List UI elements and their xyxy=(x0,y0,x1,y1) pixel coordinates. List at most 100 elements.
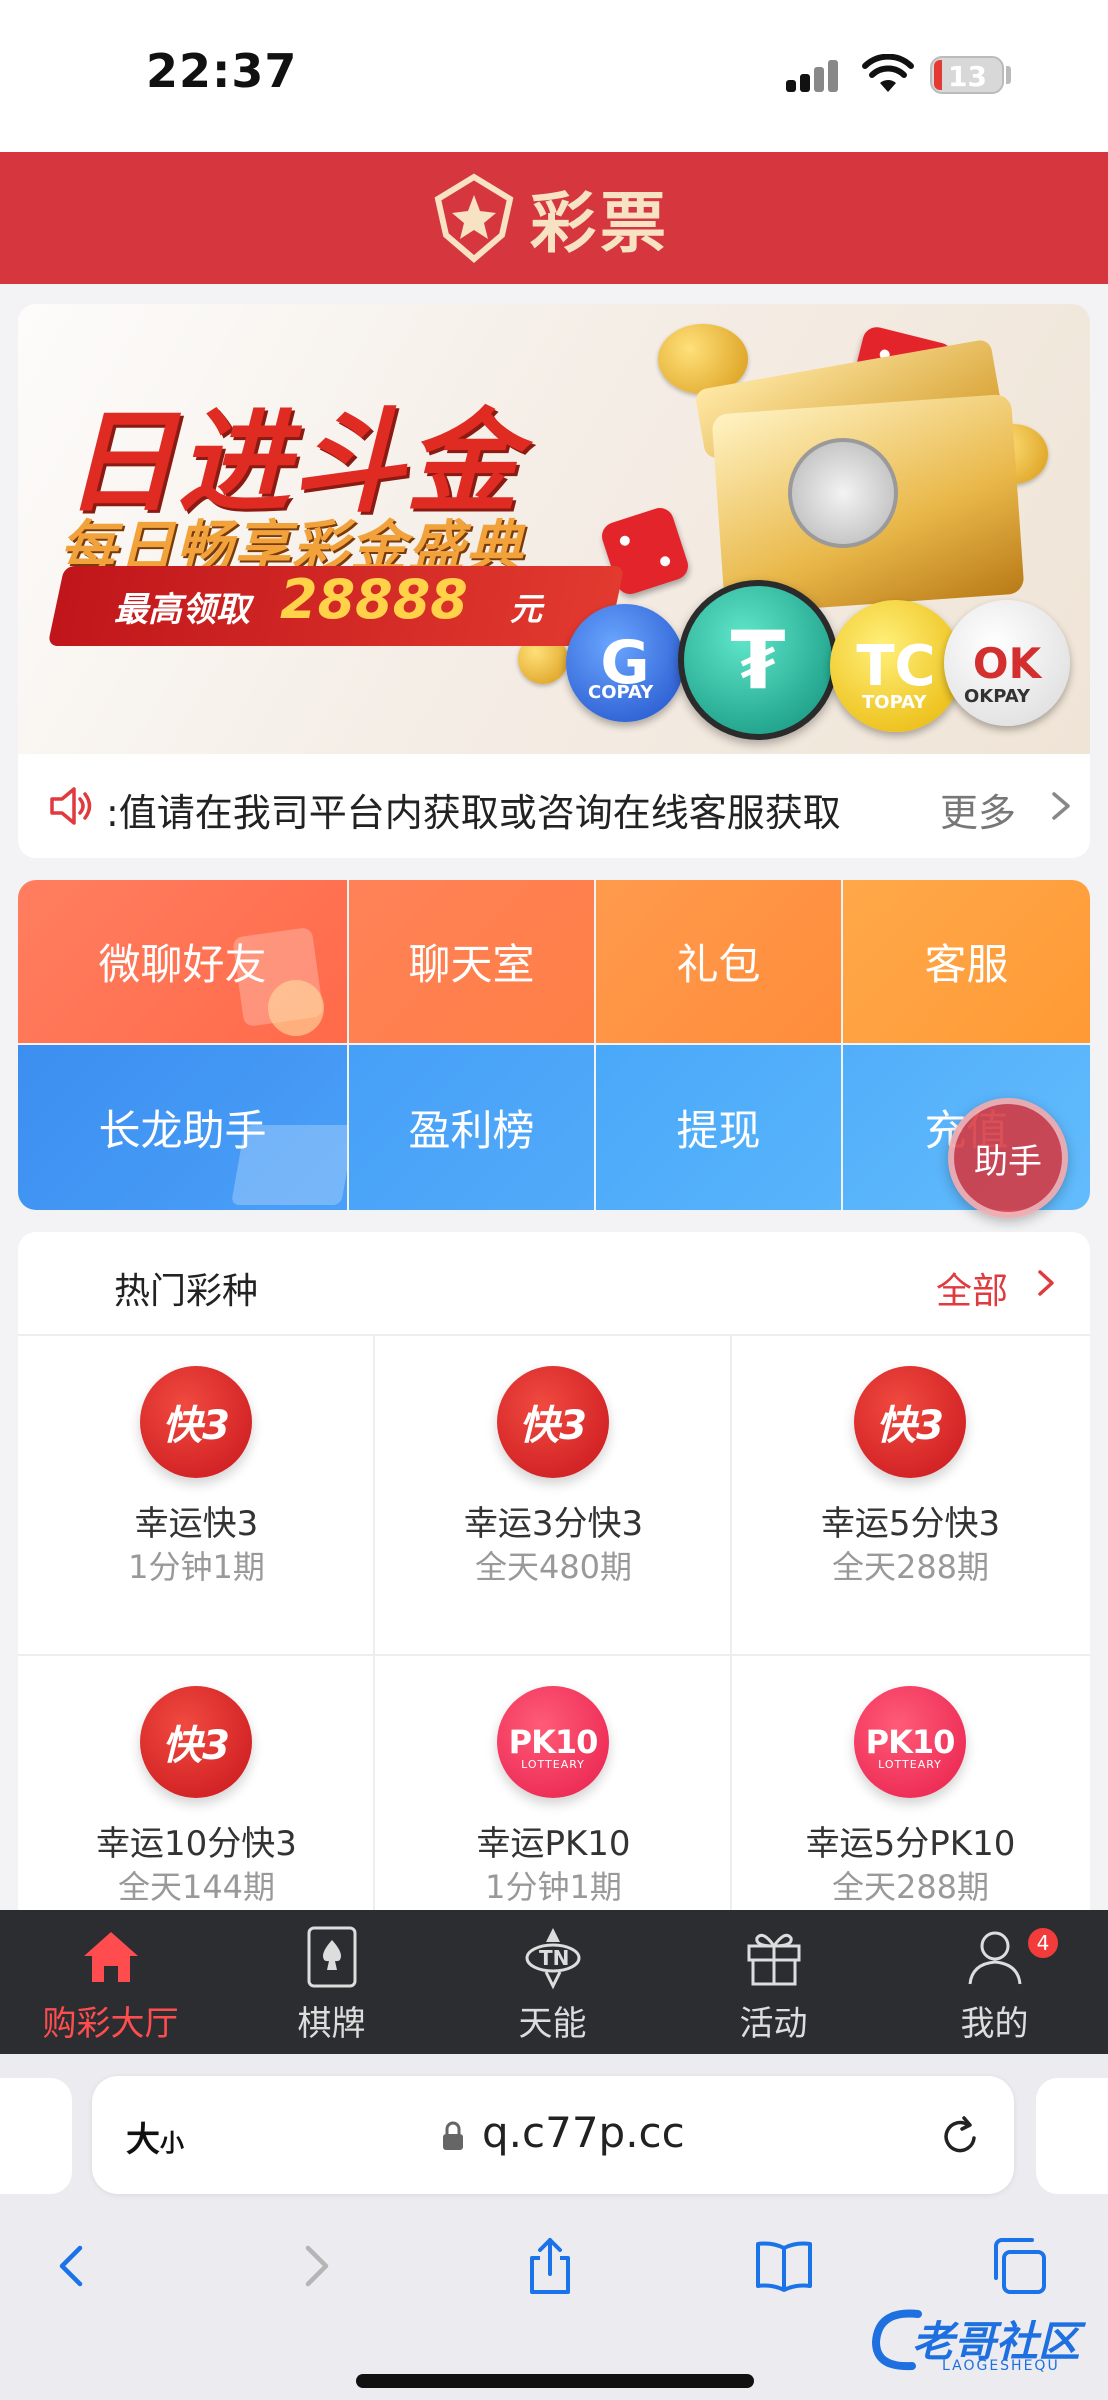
banner-card: 日进斗金 每日畅享彩金盛典 最高领取 28888 元 G COPAY ₮ TC … xyxy=(18,304,1090,858)
gopay-label: COPAY xyxy=(588,682,654,703)
hot-section-header: 热门彩种 全部 xyxy=(18,1232,1090,1336)
kuai3-icon: 快3 xyxy=(497,1366,609,1478)
icon-subtext: LOTTEARY xyxy=(521,1758,585,1771)
pk10-icon: PK10 LOTTEARY xyxy=(854,1686,966,1798)
section-title: 热门彩种 xyxy=(114,1271,259,1312)
tab-label: 棋牌 xyxy=(297,2004,366,2044)
quick-item-label: 聊天室 xyxy=(408,940,535,989)
lottery-game-item[interactable]: 快3 幸运3分快3 全天480期 xyxy=(375,1336,732,1656)
wifi-icon xyxy=(862,54,914,92)
previous-tab-preview[interactable] xyxy=(0,2078,72,2194)
quick-menu-grid: 微聊好友 聊天室 礼包 客服 长龙助手 盈利榜 提现 充值 xyxy=(18,880,1090,1210)
svg-text:TN: TN xyxy=(539,1946,569,1970)
hot-lottery-section: 热门彩种 全部 快3 幸运快3 1分钟1期 快3 幸运3分快3 全天480期 快… xyxy=(18,1232,1090,1912)
status-time: 22:37 xyxy=(146,44,298,98)
icon-text: 快3 xyxy=(519,1403,587,1449)
notice-more-link[interactable]: 更多 xyxy=(940,782,1016,837)
share-icon[interactable] xyxy=(518,2234,582,2298)
text-size-small: 小 xyxy=(160,2129,184,2157)
game-name: 幸运3分快3 xyxy=(463,1504,644,1544)
view-all-link[interactable]: 全部 xyxy=(936,1262,1008,1314)
tab-label: 活动 xyxy=(739,2004,808,2044)
tab-activities[interactable]: 活动 xyxy=(663,1910,884,2054)
promo-amount: 28888 xyxy=(280,568,468,631)
topay-label: TOPAY xyxy=(862,692,927,713)
tether-coin-icon: ₮ xyxy=(678,580,838,740)
quick-item-label: 礼包 xyxy=(676,940,761,989)
game-name: 幸运快3 xyxy=(134,1504,259,1544)
back-icon[interactable] xyxy=(42,2234,106,2298)
icon-text: 快3 xyxy=(876,1403,944,1449)
quick-item-dragon-helper[interactable]: 长龙助手 xyxy=(18,1045,347,1210)
floating-helper-button[interactable]: 助手 xyxy=(948,1098,1068,1218)
lottery-game-item[interactable]: 快3 幸运10分快3 全天144期 xyxy=(18,1656,375,1912)
playing-card-icon xyxy=(307,1926,357,1988)
battery-cap xyxy=(1006,66,1011,84)
quick-item-label: 盈利榜 xyxy=(408,1106,535,1155)
chevron-right-icon xyxy=(1038,1270,1054,1296)
okpay-label: OKPAY xyxy=(964,686,1031,707)
quick-item-gift[interactable]: 礼包 xyxy=(596,880,841,1043)
tab-chess-cards[interactable]: 棋牌 xyxy=(221,1910,442,2054)
game-schedule: 全天288期 xyxy=(831,1868,990,1906)
tab-lottery-hall[interactable]: 购彩大厅 xyxy=(0,1910,221,2054)
reload-icon[interactable] xyxy=(938,2114,982,2158)
quick-item-label: 微聊好友 xyxy=(98,940,267,989)
promo-banner[interactable]: 日进斗金 每日畅享彩金盛典 最高领取 28888 元 G COPAY ₮ TC … xyxy=(18,304,1090,754)
notification-badge: 4 xyxy=(1026,1926,1060,1960)
status-bar: 22:37 13 xyxy=(0,0,1108,152)
okpay-coin-icon: OK OKPAY xyxy=(944,600,1070,726)
user-icon xyxy=(968,1931,1022,1985)
tab-mine[interactable]: 4 我的 xyxy=(884,1910,1105,2054)
brand: 彩票 xyxy=(432,170,670,266)
lock-icon xyxy=(443,2121,463,2150)
game-name: 幸运5分快3 xyxy=(820,1504,1001,1544)
gift-icon xyxy=(747,1933,801,1986)
watermark-subtext: LAOGESHEQU xyxy=(942,2358,1060,2374)
notice-text: :值请在我司平台内获取或咨询在线客服获取 xyxy=(106,791,841,835)
pk10-icon: PK10 LOTTEARY xyxy=(497,1686,609,1798)
quick-item-withdraw[interactable]: 提现 xyxy=(596,1045,841,1210)
quick-item-label: 客服 xyxy=(924,940,1009,989)
game-schedule: 全天480期 xyxy=(474,1548,633,1586)
kuai3-icon: 快3 xyxy=(140,1686,252,1798)
bookmarks-icon[interactable] xyxy=(752,2234,816,2298)
lottery-game-item[interactable]: 快3 幸运快3 1分钟1期 xyxy=(18,1336,375,1656)
battery-level: 13 xyxy=(948,60,987,93)
tabs-icon[interactable] xyxy=(986,2234,1050,2298)
cellular-signal-icon xyxy=(786,60,842,92)
icon-text: 快3 xyxy=(162,1723,230,1769)
brand-title: 彩票 xyxy=(530,185,670,262)
watermark-logo: 老哥社区 LAOGESHEQU xyxy=(868,2304,1098,2384)
app-header: 彩票 xyxy=(0,152,1108,284)
speaker-icon xyxy=(50,787,92,825)
game-name: 幸运10分快3 xyxy=(96,1824,297,1864)
game-schedule: 全天144期 xyxy=(117,1868,276,1906)
w-badge-decoration xyxy=(268,980,324,1036)
forward-icon[interactable] xyxy=(282,2234,346,2298)
quick-item-profit-ranking[interactable]: 盈利榜 xyxy=(349,1045,594,1210)
lottery-game-item[interactable]: PK10 LOTTEARY 幸运5分PK10 全天288期 xyxy=(732,1656,1090,1912)
lottery-logo-icon xyxy=(434,173,514,263)
tab-tianneng[interactable]: TN 天能 xyxy=(442,1910,663,2054)
quick-item-wechat-friends[interactable]: 微聊好友 xyxy=(18,880,347,1043)
quick-item-customer-service[interactable]: 客服 xyxy=(843,880,1090,1043)
notice-bar[interactable]: :值请在我司平台内获取或咨询在线客服获取 更多 xyxy=(18,754,1090,858)
tianneng-logo-icon: TN xyxy=(525,1928,581,1990)
address-bar[interactable]: 大小 q.c77p.cc xyxy=(92,2076,1014,2194)
quick-item-chatroom[interactable]: 聊天室 xyxy=(349,880,594,1043)
text-size-button[interactable]: 大小 xyxy=(126,2112,184,2161)
icon-text: PK10 xyxy=(865,1723,956,1761)
icon-text: PK10 xyxy=(508,1723,599,1761)
icon-text: 快3 xyxy=(162,1403,230,1449)
url-text: q.c77p.cc xyxy=(482,2108,685,2157)
kuai3-icon: 快3 xyxy=(140,1366,252,1478)
lottery-game-item[interactable]: 快3 幸运5分快3 全天288期 xyxy=(732,1336,1090,1656)
gopay-coin-icon: G COPAY xyxy=(566,604,684,722)
home-indicator[interactable] xyxy=(356,2374,754,2388)
next-tab-preview[interactable] xyxy=(1036,2078,1108,2194)
game-schedule: 1分钟1期 xyxy=(128,1548,265,1586)
game-schedule: 全天288期 xyxy=(831,1548,990,1586)
lottery-game-item[interactable]: PK10 LOTTEARY 幸运PK10 1分钟1期 xyxy=(375,1656,732,1912)
quick-item-label: 提现 xyxy=(676,1106,761,1155)
